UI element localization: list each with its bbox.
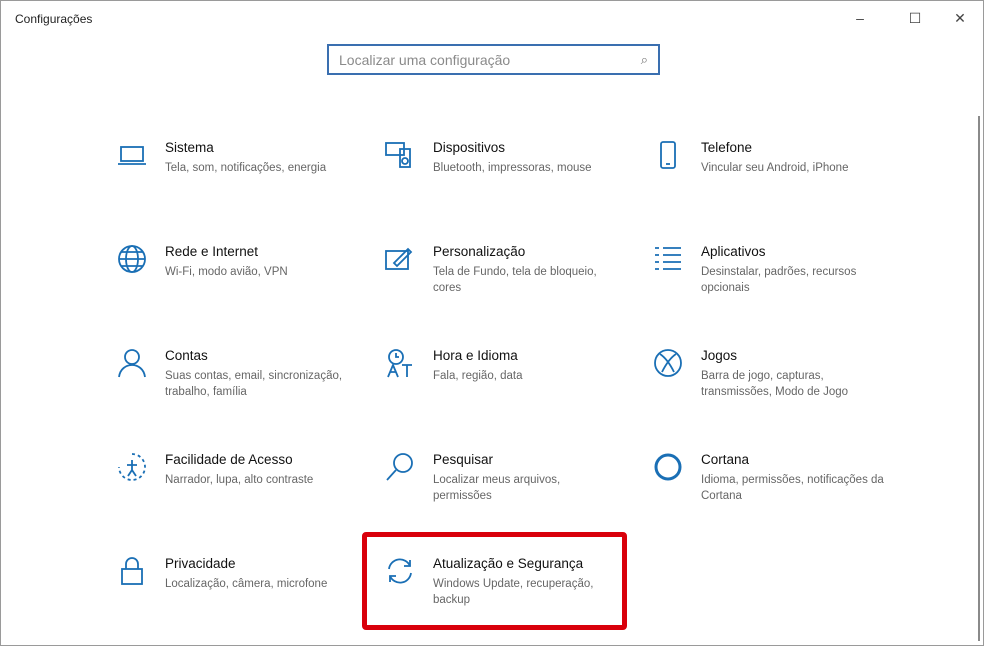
devices-icon <box>385 142 411 168</box>
settings-item-hora[interactable]: Hora e Idioma Fala, região, data <box>384 347 634 437</box>
settings-item-title: Privacidade <box>165 556 236 571</box>
settings-item-description: Narrador, lupa, alto contraste <box>165 474 314 486</box>
settings-item-aplicativos[interactable]: Aplicativos Desinstalar, padrões, recurs… <box>652 243 902 333</box>
phone-icon <box>660 141 676 169</box>
minimize-button[interactable]: – <box>845 5 875 31</box>
settings-item-jogos[interactable]: Jogos Barra de jogo, capturas, transmiss… <box>652 347 902 437</box>
settings-item-description: Tela de Fundo, tela de bloqueio, cores <box>433 266 597 294</box>
settings-item-facilidade[interactable]: Facilidade de Acesso Narrador, lupa, alt… <box>116 451 366 541</box>
window-title: Configurações <box>15 12 93 26</box>
close-button[interactable]: ✕ <box>945 5 975 31</box>
settings-item-rede[interactable]: Rede e Internet Wi-Fi, modo avião, VPN <box>116 243 366 333</box>
settings-item-title: Rede e Internet <box>165 244 259 259</box>
settings-item-title: Telefone <box>701 140 753 155</box>
settings-item-telefone[interactable]: Telefone Vincular seu Android, iPhone <box>652 139 902 229</box>
settings-item-description: Localizar meus arquivos, permissões <box>433 474 561 502</box>
settings-item-title: Pesquisar <box>433 452 494 467</box>
settings-item-description: Suas contas, email, sincronização, traba… <box>165 370 343 398</box>
paint-icon <box>385 247 413 270</box>
apps-list-icon <box>655 247 681 270</box>
laptop-icon <box>118 146 146 165</box>
settings-item-title: Contas <box>165 348 208 363</box>
settings-item-description: Wi-Fi, modo avião, VPN <box>165 266 288 278</box>
settings-item-title: Personalização <box>433 244 526 259</box>
scrollbar[interactable] <box>978 116 980 641</box>
settings-item-description: Barra de jogo, capturas, transmissões, M… <box>701 370 849 398</box>
settings-item-cortana[interactable]: Cortana Idioma, permissões, notificações… <box>652 451 902 541</box>
settings-item-personalizacao[interactable]: Personalização Tela de Fundo, tela de bl… <box>384 243 634 333</box>
time-language-icon <box>387 349 412 378</box>
cortana-icon <box>654 453 682 481</box>
settings-item-title: Cortana <box>701 452 750 467</box>
settings-item-title: Jogos <box>701 348 738 363</box>
settings-item-description: Desinstalar, padrões, recursos opcionais <box>701 266 857 294</box>
settings-item-pesquisar[interactable]: Pesquisar Localizar meus arquivos, permi… <box>384 451 634 541</box>
settings-item-sistema[interactable]: Sistema Tela, som, notificações, energia <box>116 139 366 229</box>
settings-item-description: Localização, câmera, microfone <box>165 578 328 590</box>
maximize-button[interactable]: ☐ <box>900 5 930 31</box>
ease-of-access-icon <box>118 453 146 481</box>
search-placeholder: Localizar uma configuração <box>339 51 511 68</box>
settings-item-privacidade[interactable]: Privacidade Localização, câmera, microfo… <box>116 555 366 645</box>
settings-item-title: Hora e Idioma <box>433 348 518 363</box>
settings-item-description: Idioma, permissões, notificações da Cort… <box>701 474 884 502</box>
search-icon[interactable]: ⌕ <box>641 52 648 68</box>
settings-item-description: Vincular seu Android, iPhone <box>701 162 849 174</box>
globe-icon <box>118 245 146 273</box>
settings-item-contas[interactable]: Contas Suas contas, email, sincronização… <box>116 347 366 437</box>
highlight-box <box>362 532 627 630</box>
settings-item-description: Bluetooth, impressoras, mouse <box>433 162 592 174</box>
settings-item-description: Tela, som, notificações, energia <box>165 162 327 174</box>
settings-item-title: Aplicativos <box>701 244 766 259</box>
lock-icon <box>121 557 143 585</box>
person-icon <box>118 349 146 378</box>
xbox-icon <box>654 349 682 377</box>
settings-item-title: Dispositivos <box>433 140 506 155</box>
search-input[interactable]: Localizar uma configuração ⌕ <box>327 44 660 75</box>
settings-item-title: Sistema <box>165 140 214 155</box>
settings-item-title: Facilidade de Acesso <box>165 452 293 467</box>
search-icon <box>386 453 413 481</box>
settings-item-dispositivos[interactable]: Dispositivos Bluetooth, impressoras, mou… <box>384 139 634 229</box>
settings-item-description: Fala, região, data <box>433 370 523 382</box>
